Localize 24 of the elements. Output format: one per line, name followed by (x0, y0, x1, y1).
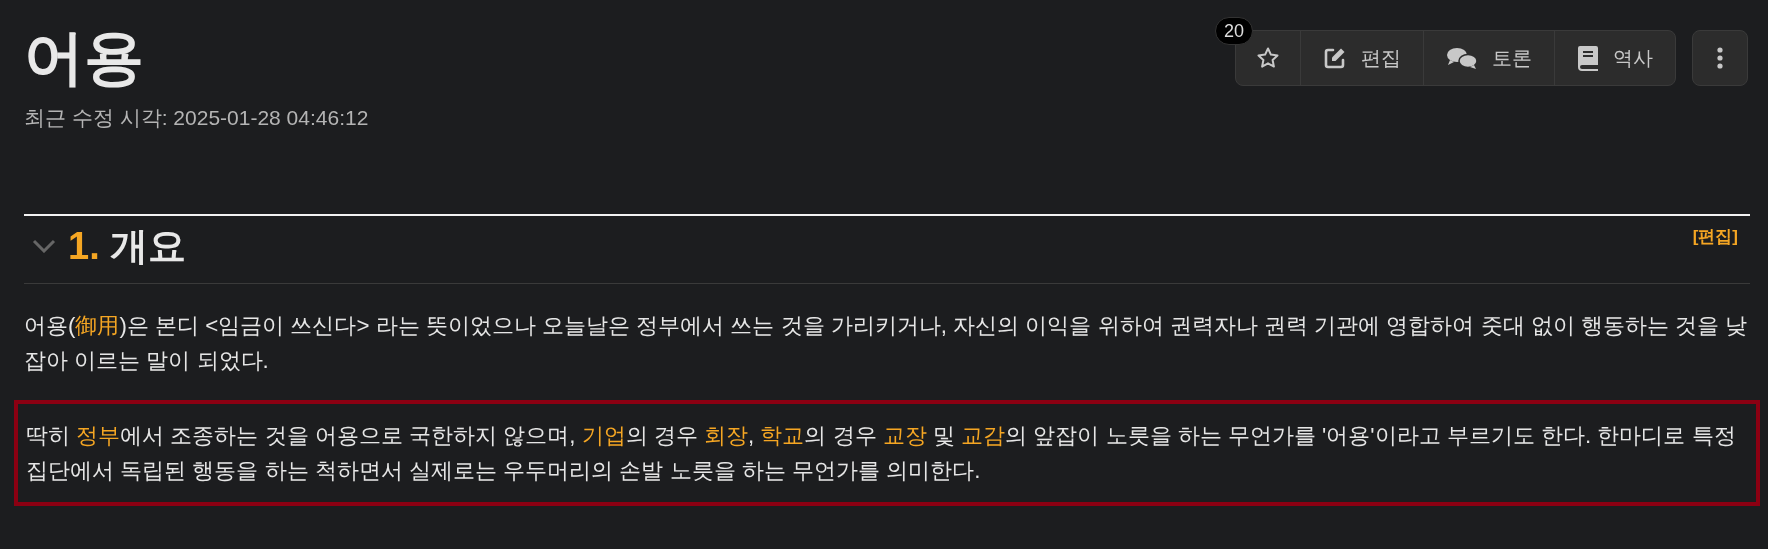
more-button[interactable] (1692, 30, 1748, 86)
last-modified-text: 최근 수정 시각: 2025-01-28 04:46:12 (24, 105, 369, 131)
paragraph-text: 딱히 정부에서 조종하는 것을 어용으로 국한하지 않으며, 기업의 경우 회장, 학교의 경우 교장 및 교감의 앞잡이 노릇을 하는 무언가를 '어용'이라고 부르기도 한다. 한마디로 특정 집단에서 독립된 행동을 하는 척하면서 실제로는 우두머리의 손발 노릇을 하는 무언가를 의미한다. (26, 422, 1737, 486)
link[interactable]: 기업 (581, 423, 626, 449)
more-icon (1717, 47, 1723, 69)
page-title: 어용 (24, 28, 145, 88)
link[interactable]: 교장 (882, 423, 927, 449)
discuss-button[interactable]: 토론 (1423, 31, 1554, 85)
star-count-badge: 20 (1215, 17, 1254, 45)
chat-bubbles-icon (1446, 46, 1478, 70)
link[interactable]: 학교 (760, 423, 805, 449)
section-edit-link[interactable]: [편집] (1692, 223, 1738, 249)
link[interactable]: 御用 (75, 313, 120, 339)
book-icon (1577, 45, 1599, 71)
link[interactable]: 회장 (703, 423, 748, 449)
paragraph-text: 어용(御用)은 본디 <임금이 쓰신다> 라는 뜻이었으나 오늘날은 정부에서 쓰는 것을 가리키거나, 자신의 이익을 위하여 권력자나 권력 기관에 영합하여 줏대 없이 행동하는 것을 낮잡아 이르는 말이 되었다. (24, 312, 1749, 376)
collapse-chevron-icon[interactable] (32, 239, 56, 254)
section-heading: 1. 개요 (68, 223, 187, 269)
link[interactable]: 교감 (961, 423, 1006, 449)
edit-icon (1323, 46, 1347, 70)
edit-button[interactable]: 편집 (1300, 31, 1423, 85)
link[interactable]: 정부 (76, 423, 121, 449)
star-icon (1256, 46, 1280, 70)
history-button[interactable]: 역사 (1554, 31, 1675, 85)
